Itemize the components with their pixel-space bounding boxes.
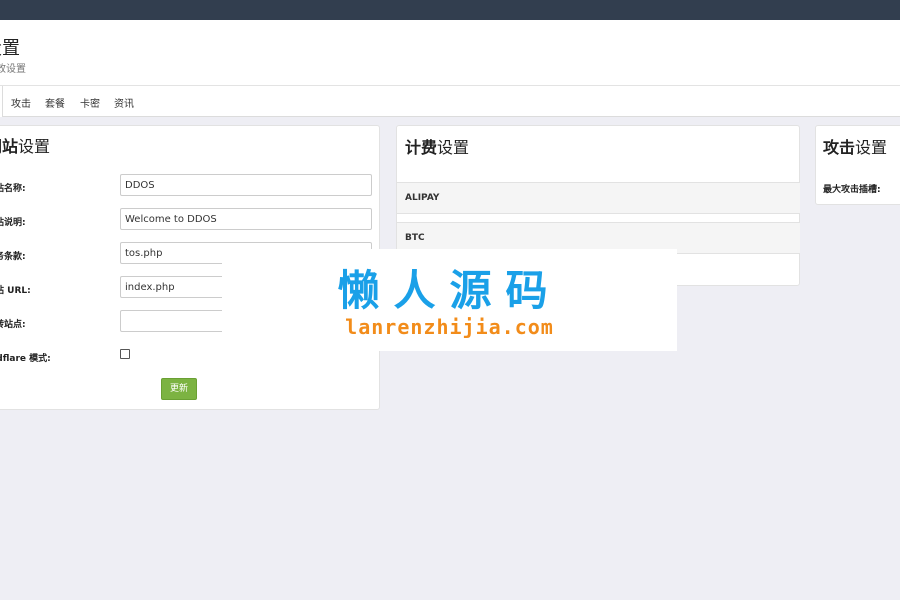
tab-active-marker[interactable] [0, 86, 3, 117]
settings-tabs: 攻击 套餐 卡密 资讯 [0, 86, 900, 117]
billing-settings-title: 计费设置 [405, 138, 470, 157]
watermark-subtitle: lanrenzhijia.com [345, 315, 554, 339]
page-header: 设置 更改设置 [0, 20, 900, 86]
site-description-input[interactable] [120, 208, 372, 230]
terms-label: 服务条款: [0, 252, 26, 262]
site-settings-title: 网站设置 [0, 137, 51, 156]
site-url-label: 网站 URL: [0, 286, 31, 296]
tab-attack[interactable]: 攻击 [11, 95, 31, 110]
max-attack-slots-label: 最大攻击插槽: [823, 185, 881, 195]
attack-settings-panel: 攻击设置 最大攻击插槽: [815, 125, 900, 205]
watermark-title: 懒人源码 [337, 266, 562, 315]
redirect-site-label: 跳转站点: [0, 320, 26, 330]
watermark-overlay: 懒人源码 lanrenzhijia.com [222, 249, 677, 351]
tab-card-keys[interactable]: 卡密 [80, 95, 100, 110]
cloudflare-checkbox[interactable] [120, 349, 130, 359]
tab-news[interactable]: 资讯 [114, 95, 134, 110]
page-subtitle: 更改设置 [0, 64, 26, 75]
cloudflare-label: Cloudflare 模式: [0, 354, 51, 364]
top-navbar [0, 0, 900, 20]
site-name-label: 网站名称: [0, 184, 26, 194]
site-description-label: 网站说明: [0, 218, 26, 228]
page-title: 设置 [0, 38, 20, 59]
attack-settings-title: 攻击设置 [823, 138, 888, 157]
update-button[interactable]: 更新 [161, 378, 197, 400]
site-name-input[interactable] [120, 174, 372, 196]
tab-plans[interactable]: 套餐 [45, 95, 65, 110]
alipay-label: ALIPAY [405, 193, 440, 203]
alipay-row[interactable]: ALIPAY [397, 182, 800, 214]
btc-label: BTC [405, 233, 425, 243]
